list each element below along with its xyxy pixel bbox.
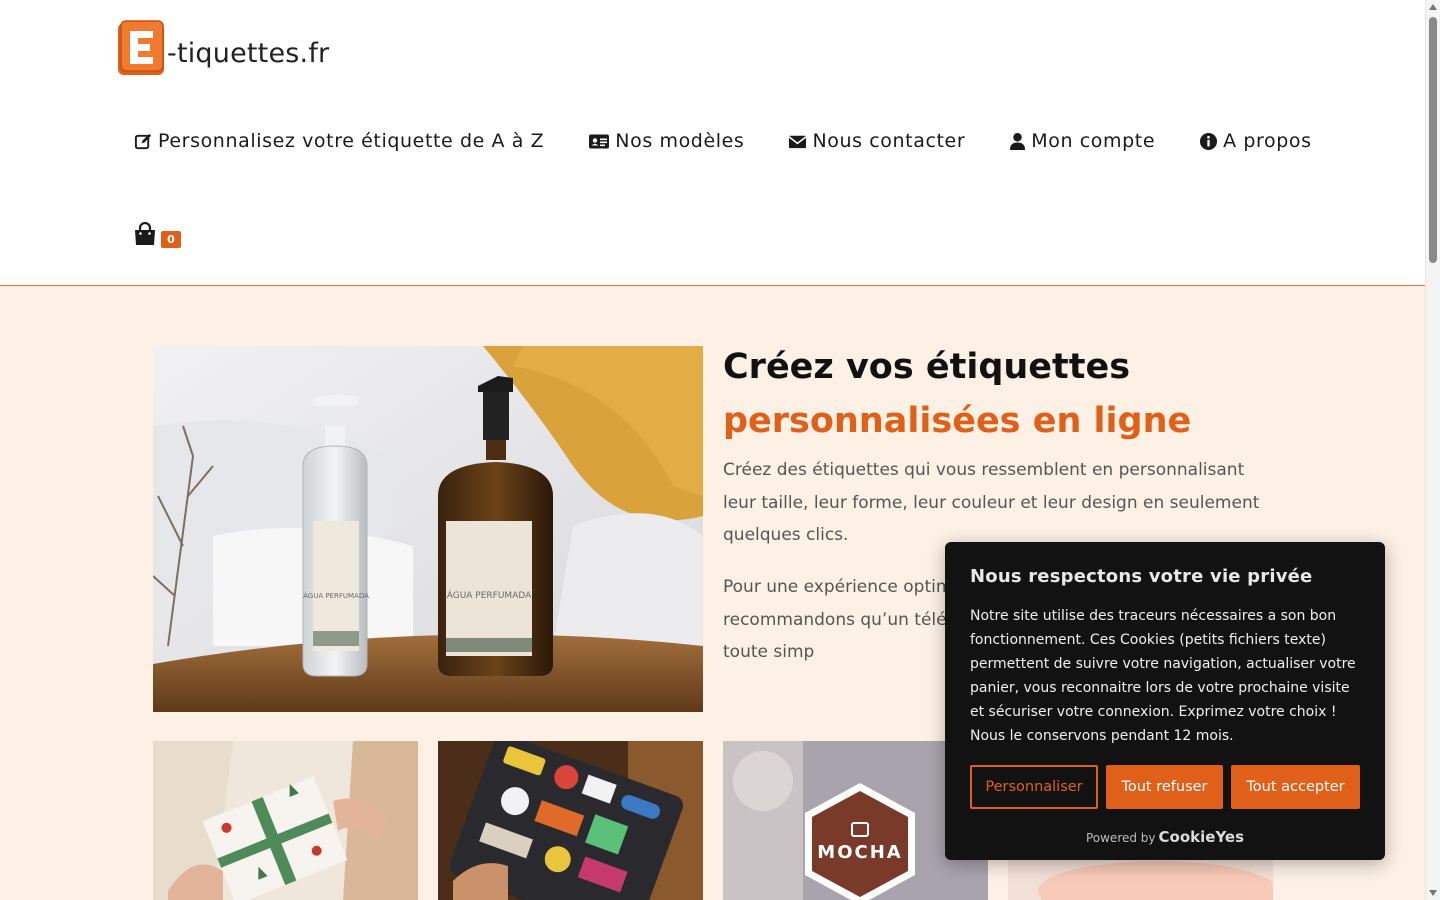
nav-item-about[interactable]: A propos [1199,130,1312,152]
nav-label: A propos [1223,130,1312,152]
hero-paragraph-1: Créez des étiquettes qui vous ressemblen… [723,460,1260,545]
powered-by: Powered by CookieYes [945,828,1385,846]
cookieyes-logo[interactable]: CookieYes [1159,828,1245,846]
mocha-sticker-text: MOCHA [817,842,902,863]
customize-cookies-button[interactable]: Personnaliser [970,765,1098,809]
cookie-consent-banner: Nous respectons votre vie privée Notre s… [945,542,1385,860]
main-nav: Personnalisez votre étiquette de A à Z N… [134,130,1356,152]
site-logo[interactable]: -tiquettes.fr [117,20,329,76]
nav-item-contact[interactable]: Nous contacter [788,130,965,152]
hero-title: Créez vos étiquettes personnalisées en l… [723,340,1283,448]
info-circle-icon [1200,132,1218,150]
hero-title-line1: Créez vos étiquettes [723,347,1131,387]
hero-title-line2: personnalisées en ligne [723,401,1192,441]
shopping-bag-icon [135,222,155,245]
nav-item-personnalisez[interactable]: Personnalisez votre étiquette de A à Z [134,130,544,152]
scrollbar-thumb[interactable] [1429,17,1437,263]
site-header: -tiquettes.fr Personnalisez votre étique… [0,0,1425,286]
accept-all-button[interactable]: Tout accepter [1231,765,1360,809]
user-icon [1010,132,1026,150]
page-scrollbar[interactable] [1425,0,1440,900]
cookie-buttons: Personnaliser Tout refuser Tout accepter [970,765,1360,809]
scroll-down-arrow-icon[interactable] [1429,890,1437,896]
nav-label: Nos modèles [615,130,745,152]
nav-label: Nous contacter [812,130,966,152]
nav-label: Mon compte [1031,130,1156,152]
nav-item-modeles[interactable]: Nos modèles [588,130,744,152]
cart-button[interactable]: 0 [134,222,181,248]
scroll-up-arrow-icon[interactable] [1429,4,1437,10]
logo-text: -tiquettes.fr [167,37,330,69]
powered-by-label: Powered by [1085,831,1156,845]
nav-label: Personnalisez votre étiquette de A à Z [158,130,545,152]
id-card-icon [589,134,610,148]
envelope-icon [788,135,807,148]
hero-image: ÁGUA PERFUMADA ÁGUA PERFUMADA [153,346,703,712]
cart-count-badge: 0 [161,231,181,248]
bottle-label-text: ÁGUA PERFUMADA [447,589,532,601]
bottle-label-text: ÁGUA PERFUMADA [303,591,369,600]
thumbnail-gift[interactable] [153,741,418,900]
reject-all-button[interactable]: Tout refuser [1106,765,1223,809]
edit-icon [134,133,152,149]
thumbnail-stickers[interactable] [438,741,703,900]
logo-mark-icon [117,20,165,76]
cookie-text: Notre site utilise des traceurs nécessai… [970,608,1356,744]
cookie-title: Nous respectons votre vie privée [970,566,1313,587]
nav-item-account[interactable]: Mon compte [1009,130,1155,152]
